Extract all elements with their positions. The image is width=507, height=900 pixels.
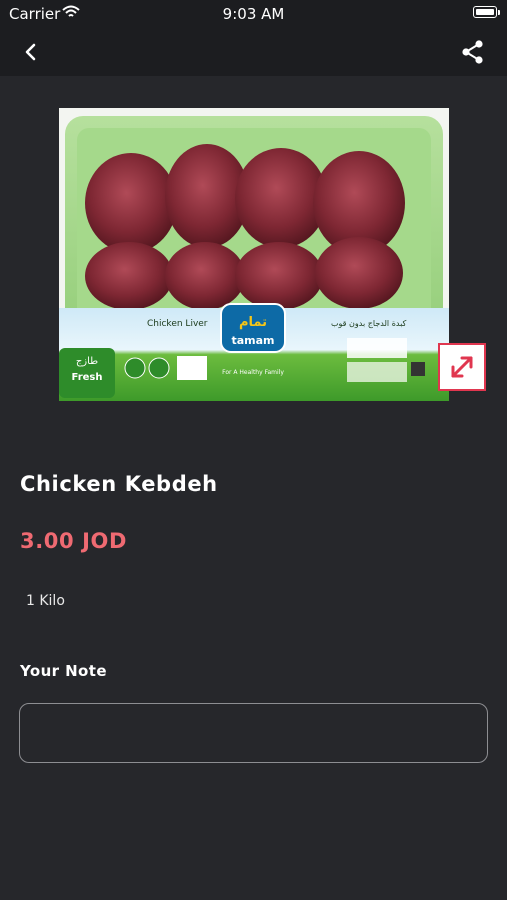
product-unit: 1 Kilo [26, 593, 65, 609]
expand-image-button[interactable] [438, 343, 486, 391]
note-input[interactable] [19, 703, 488, 763]
chevron-left-icon [25, 43, 36, 61]
share-icon [462, 40, 483, 64]
expand-icon [451, 356, 473, 378]
back-button[interactable] [18, 38, 46, 66]
image-badge-en: Fresh [72, 372, 103, 383]
chicken-liver-package-image: Chicken Liver كبدة الدجاج بدون قوب تمام … [59, 108, 449, 401]
battery-icon [473, 6, 500, 18]
share-button[interactable] [459, 38, 487, 66]
image-badge-ar: طازج [76, 356, 98, 367]
product-title: Chicken Kebdeh [20, 472, 218, 496]
nav-bar [0, 28, 507, 76]
image-brand: tamam [231, 334, 274, 347]
image-brand-ar: تمام [239, 315, 267, 330]
image-tagline: For A Healthy Family [222, 369, 284, 376]
product-image[interactable]: Chicken Liver كبدة الدجاج بدون قوب تمام … [59, 108, 449, 401]
status-bar: Carrier 9:03 AM [0, 0, 507, 28]
status-time: 9:03 AM [222, 5, 285, 23]
image-label-en: Chicken Liver [147, 319, 208, 329]
image-label-ar: كبدة الدجاج بدون قوب [331, 319, 406, 328]
product-price: 3.00 JOD [20, 529, 128, 553]
note-label: Your Note [20, 662, 107, 680]
